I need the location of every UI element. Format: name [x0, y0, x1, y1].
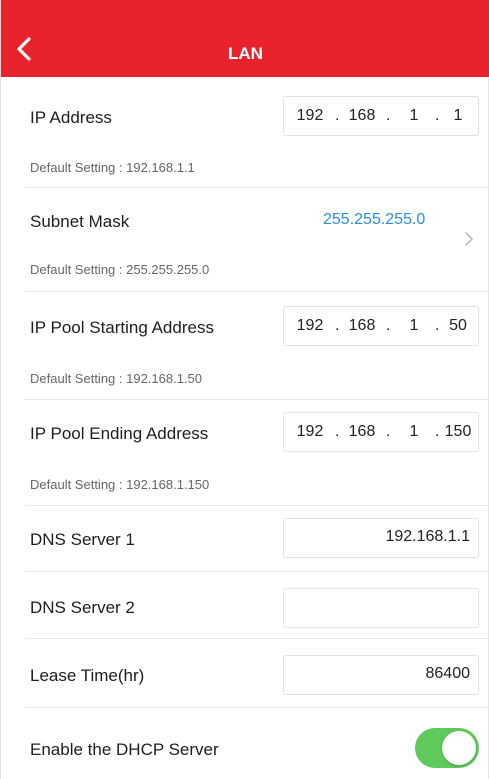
octet-separator: .	[386, 317, 391, 334]
divider	[25, 571, 489, 572]
chevron-right-icon[interactable]	[464, 231, 474, 247]
dhcp-label: Enable the DHCP Server	[30, 740, 219, 759]
ip-octet-2[interactable]: 168	[342, 423, 382, 441]
pool-end-label: IP Pool Ending Address	[30, 424, 209, 443]
octet-separator: .	[435, 317, 440, 334]
ip-octet-2[interactable]: 168	[342, 107, 382, 125]
dns1-input[interactable]: 192.168.1.1	[283, 518, 479, 558]
lease-time-label: Lease Time(hr)	[30, 666, 145, 685]
ip-octet-1[interactable]: 192	[290, 317, 330, 335]
ip-address-input[interactable]: 192 . 168 . 1 . 1	[283, 96, 479, 136]
dns2-input[interactable]	[283, 588, 479, 628]
divider	[25, 707, 489, 708]
divider	[25, 291, 489, 292]
ip-octet-2[interactable]: 168	[342, 317, 382, 335]
ip-octet-3[interactable]: 1	[394, 107, 434, 125]
pool-end-default-hint: Default Setting : 192.168.1.150	[30, 477, 210, 492]
divider	[25, 505, 489, 506]
subnet-mask-default-hint: Default Setting : 255.255.255.0	[30, 262, 210, 277]
ip-octet-4[interactable]: 50	[441, 317, 475, 335]
ip-octet-3[interactable]: 1	[394, 317, 434, 335]
ip-octet-3[interactable]: 1	[394, 423, 434, 441]
octet-separator: .	[386, 107, 391, 124]
ip-address-label: IP Address	[30, 108, 112, 127]
octet-separator: .	[335, 423, 340, 440]
pool-start-default-hint: Default Setting : 192.168.1.50	[30, 371, 203, 386]
octet-separator: .	[435, 423, 440, 440]
pool-start-input[interactable]: 192 . 168 . 1 . 50	[283, 306, 479, 346]
app-header: LAN	[1, 0, 489, 77]
octet-separator: .	[335, 107, 340, 124]
screen: LAN IP Address 192 . 168 . 1 . 1 Default…	[0, 0, 489, 779]
dhcp-toggle[interactable]	[415, 728, 479, 768]
ip-address-default-hint: Default Setting : 192.168.1.1	[30, 160, 195, 175]
ip-octet-4[interactable]: 150	[441, 423, 475, 441]
subnet-mask-label: Subnet Mask	[30, 212, 130, 231]
toggle-knob	[442, 731, 476, 765]
pool-start-label: IP Pool Starting Address	[30, 318, 214, 337]
divider	[25, 399, 489, 400]
ip-octet-1[interactable]: 192	[290, 423, 330, 441]
lease-time-input[interactable]: 86400	[283, 655, 479, 695]
octet-separator: .	[386, 423, 391, 440]
subnet-mask-value[interactable]: 255.255.255.0	[323, 211, 425, 229]
octet-separator: .	[335, 317, 340, 334]
dns2-label: DNS Server 2	[30, 598, 135, 617]
divider	[25, 638, 489, 639]
ip-octet-1[interactable]: 192	[290, 107, 330, 125]
divider	[25, 187, 489, 188]
page-title: LAN	[228, 44, 263, 63]
ip-octet-4[interactable]: 1	[441, 107, 475, 125]
dns1-label: DNS Server 1	[30, 530, 135, 549]
pool-end-input[interactable]: 192 . 168 . 1 . 150	[283, 412, 479, 452]
octet-separator: .	[435, 107, 440, 124]
